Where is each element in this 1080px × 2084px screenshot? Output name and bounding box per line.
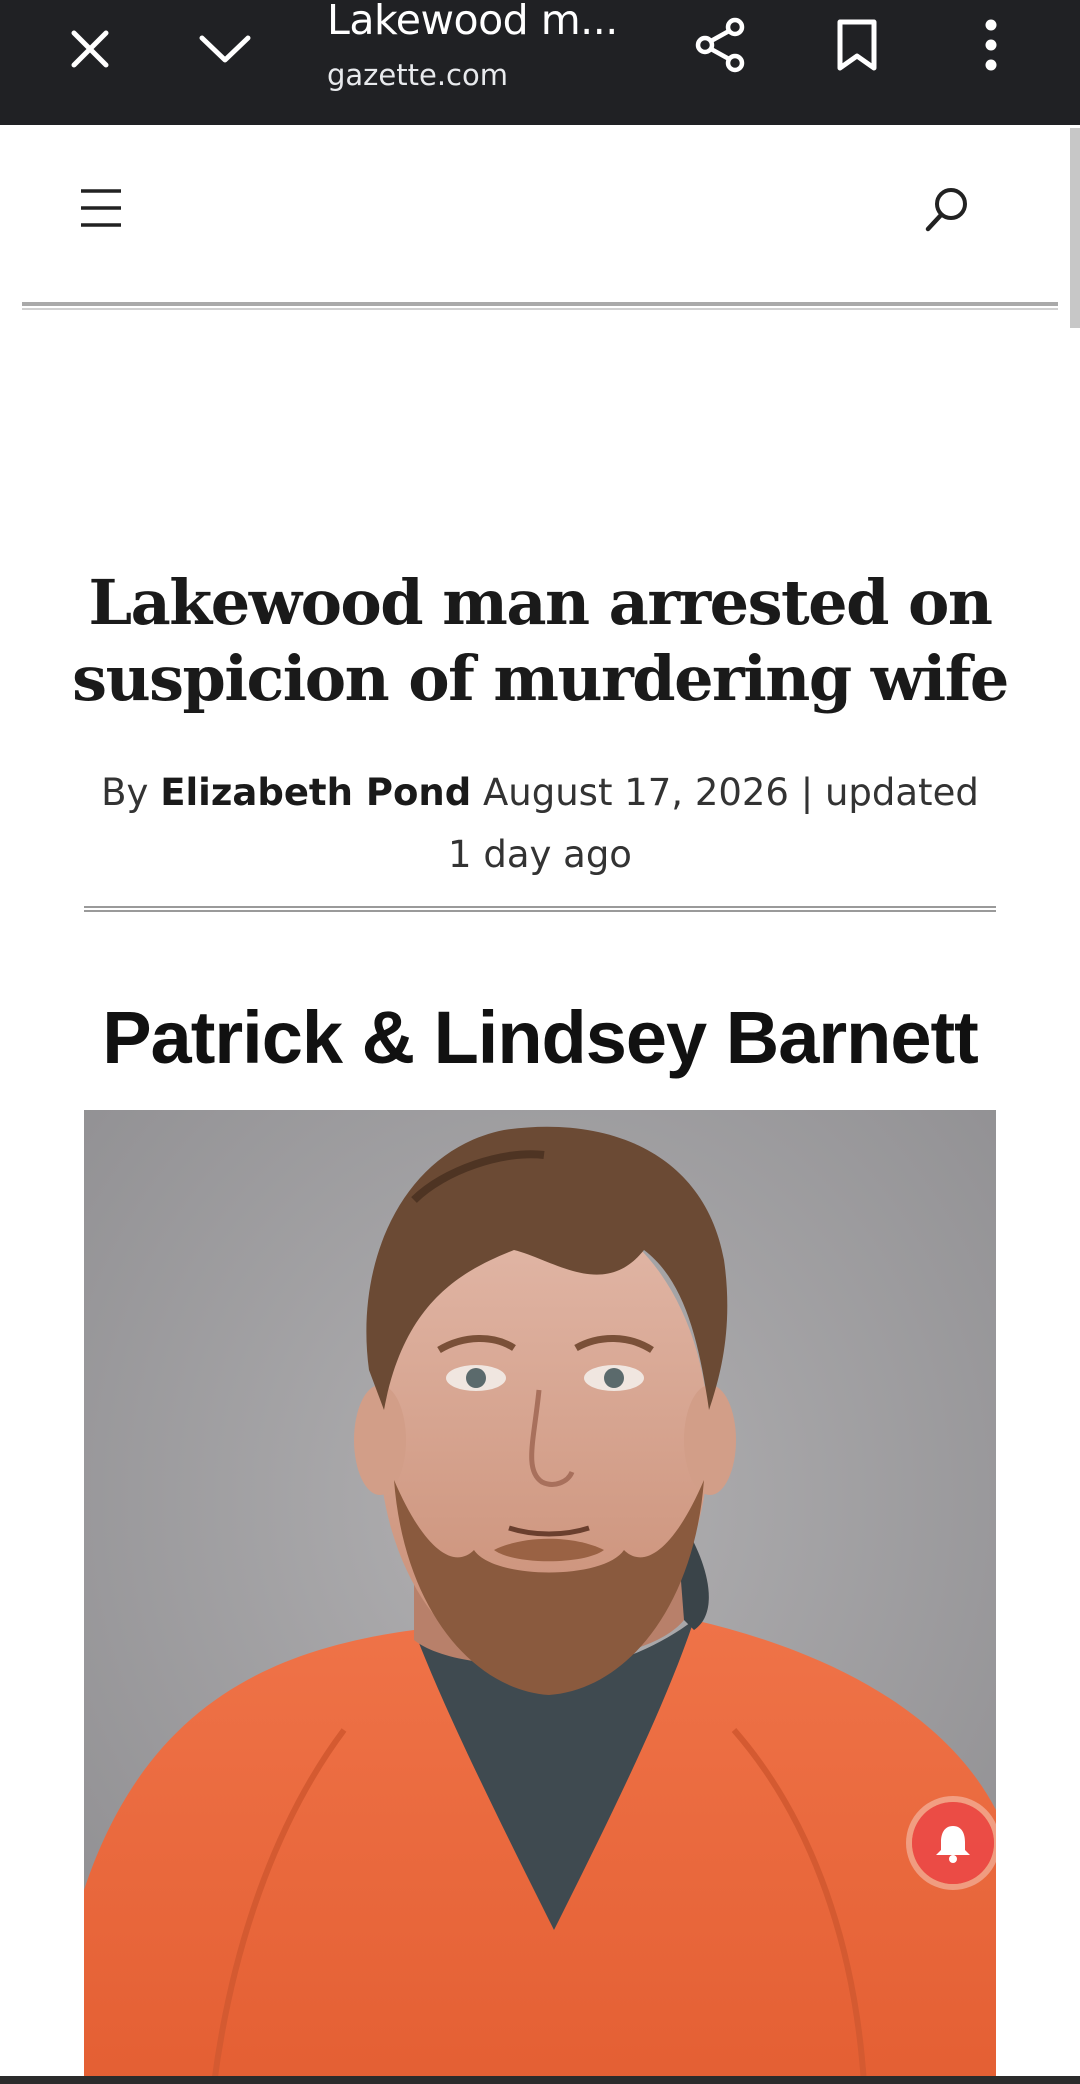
browser-toolbar: Lakewood m... gazette.com [0, 0, 1080, 125]
bookmark-icon [837, 19, 877, 71]
article-photo [84, 1110, 996, 2084]
more-vert-icon [985, 19, 997, 71]
close-icon [71, 30, 109, 68]
close-button[interactable] [55, 14, 125, 84]
photo-caption: Patrick & Lindsey Barnett [102, 996, 979, 1079]
byline-prefix: By [101, 771, 149, 814]
mugshot-image [84, 1110, 996, 2084]
site-header [0, 125, 1060, 310]
search-icon [925, 188, 967, 232]
bottom-edge [0, 2076, 1080, 2084]
share-icon [695, 17, 745, 73]
header-divider [22, 302, 1058, 310]
hamburger-menu-icon [81, 189, 121, 227]
byline: By Elizabeth Pond August 17, 2026 | upda… [84, 762, 996, 886]
more-options-button[interactable] [956, 10, 1026, 80]
chevron-down-icon [199, 35, 251, 63]
bookmark-button[interactable] [822, 10, 892, 80]
menu-button[interactable] [78, 185, 128, 235]
publish-date: August 17, 2026 | updated 1 day ago [448, 771, 979, 876]
notification-button[interactable] [912, 1802, 994, 1884]
scrollbar[interactable] [1070, 128, 1080, 328]
page-title[interactable]: Lakewood m... [327, 0, 637, 44]
byline-divider [84, 906, 996, 912]
page-url[interactable]: gazette.com [327, 58, 508, 92]
author-link[interactable]: Elizabeth Pond [160, 771, 471, 814]
search-button[interactable] [922, 185, 978, 241]
share-button[interactable] [686, 10, 756, 80]
article-headline: Lakewood man arrested on suspicion of mu… [72, 566, 1009, 715]
collapse-button[interactable] [190, 14, 260, 84]
bell-icon [936, 1826, 970, 1863]
